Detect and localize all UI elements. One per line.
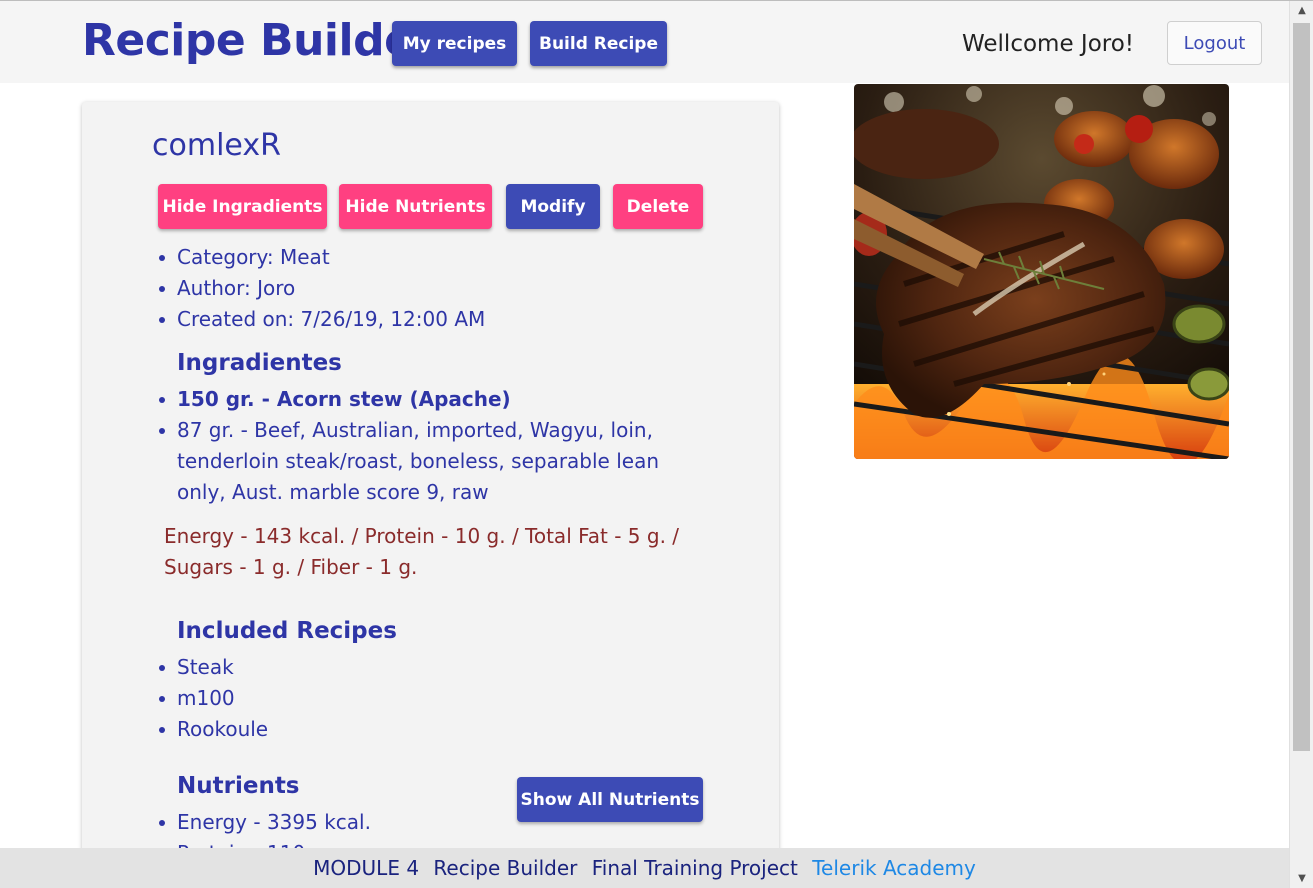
telerik-academy-link[interactable]: Telerik Academy — [812, 856, 976, 880]
my-recipes-button[interactable]: My recipes — [392, 21, 517, 66]
ingredients-heading: Ingradientes — [177, 350, 342, 376]
scroll-up-arrow-icon[interactable]: ▲ — [1290, 1, 1313, 21]
footer: MODULE 4 Recipe Builder Final Training P… — [0, 848, 1289, 888]
show-all-nutrients-button[interactable]: Show All Nutrients — [517, 777, 703, 822]
scroll-thumb[interactable] — [1293, 23, 1310, 751]
ingredient-nutrient-summary: Energy - 143 kcal. / Protein - 10 g. / T… — [164, 524, 680, 579]
recipe-meta-list: Category: Meat Author: Joro Created on: … — [158, 242, 485, 335]
footer-app-name: Recipe Builder — [433, 856, 578, 880]
ingredients-list: 150 gr. - Acorn stew (Apache) 87 gr. - B… — [159, 384, 697, 508]
page: Recipe Builder My recipes Build Recipe W… — [0, 0, 1313, 888]
meta-author: Author: Joro — [158, 273, 485, 304]
footer-module: MODULE 4 — [313, 856, 420, 880]
included-recipes-list: Steak m100 Rookoule — [158, 652, 268, 745]
footer-project: Final Training Project — [591, 856, 798, 880]
scroll-down-arrow-icon[interactable]: ▼ — [1290, 869, 1313, 888]
included-recipe-item: Rookoule — [158, 714, 268, 745]
hide-ingredients-button[interactable]: Hide Ingradients — [158, 184, 327, 229]
build-recipe-button[interactable]: Build Recipe — [530, 21, 667, 66]
modify-button[interactable]: Modify — [506, 184, 600, 229]
recipe-title: comlexR — [152, 128, 281, 163]
included-recipe-item: m100 — [158, 683, 268, 714]
meta-category: Category: Meat — [158, 242, 485, 273]
ingredient-item: 150 gr. - Acorn stew (Apache) — [159, 384, 697, 415]
recipe-photo — [854, 84, 1229, 459]
included-recipe-item: Steak — [158, 652, 268, 683]
ingredient-item: 87 gr. - Beef, Australian, imported, Wag… — [159, 415, 697, 508]
nutrients-heading: Nutrients — [177, 773, 300, 799]
top-navbar: Recipe Builder My recipes Build Recipe W… — [0, 1, 1289, 83]
included-recipes-heading: Included Recipes — [177, 618, 397, 644]
brand-title[interactable]: Recipe Builder — [82, 15, 435, 66]
vertical-scrollbar[interactable]: ▲ ▼ — [1289, 1, 1313, 888]
welcome-message: Wellcome Joro! — [962, 31, 1135, 57]
recipe-card: comlexR Hide Ingradients Hide Nutrients … — [82, 102, 779, 888]
nutrient-item: Energy - 3395 kcal. — [159, 807, 371, 838]
hide-nutrients-button[interactable]: Hide Nutrients — [339, 184, 492, 229]
delete-button[interactable]: Delete — [613, 184, 703, 229]
meta-created-on: Created on: 7/26/19, 12:00 AM — [158, 304, 485, 335]
logout-button[interactable]: Logout — [1167, 21, 1262, 65]
